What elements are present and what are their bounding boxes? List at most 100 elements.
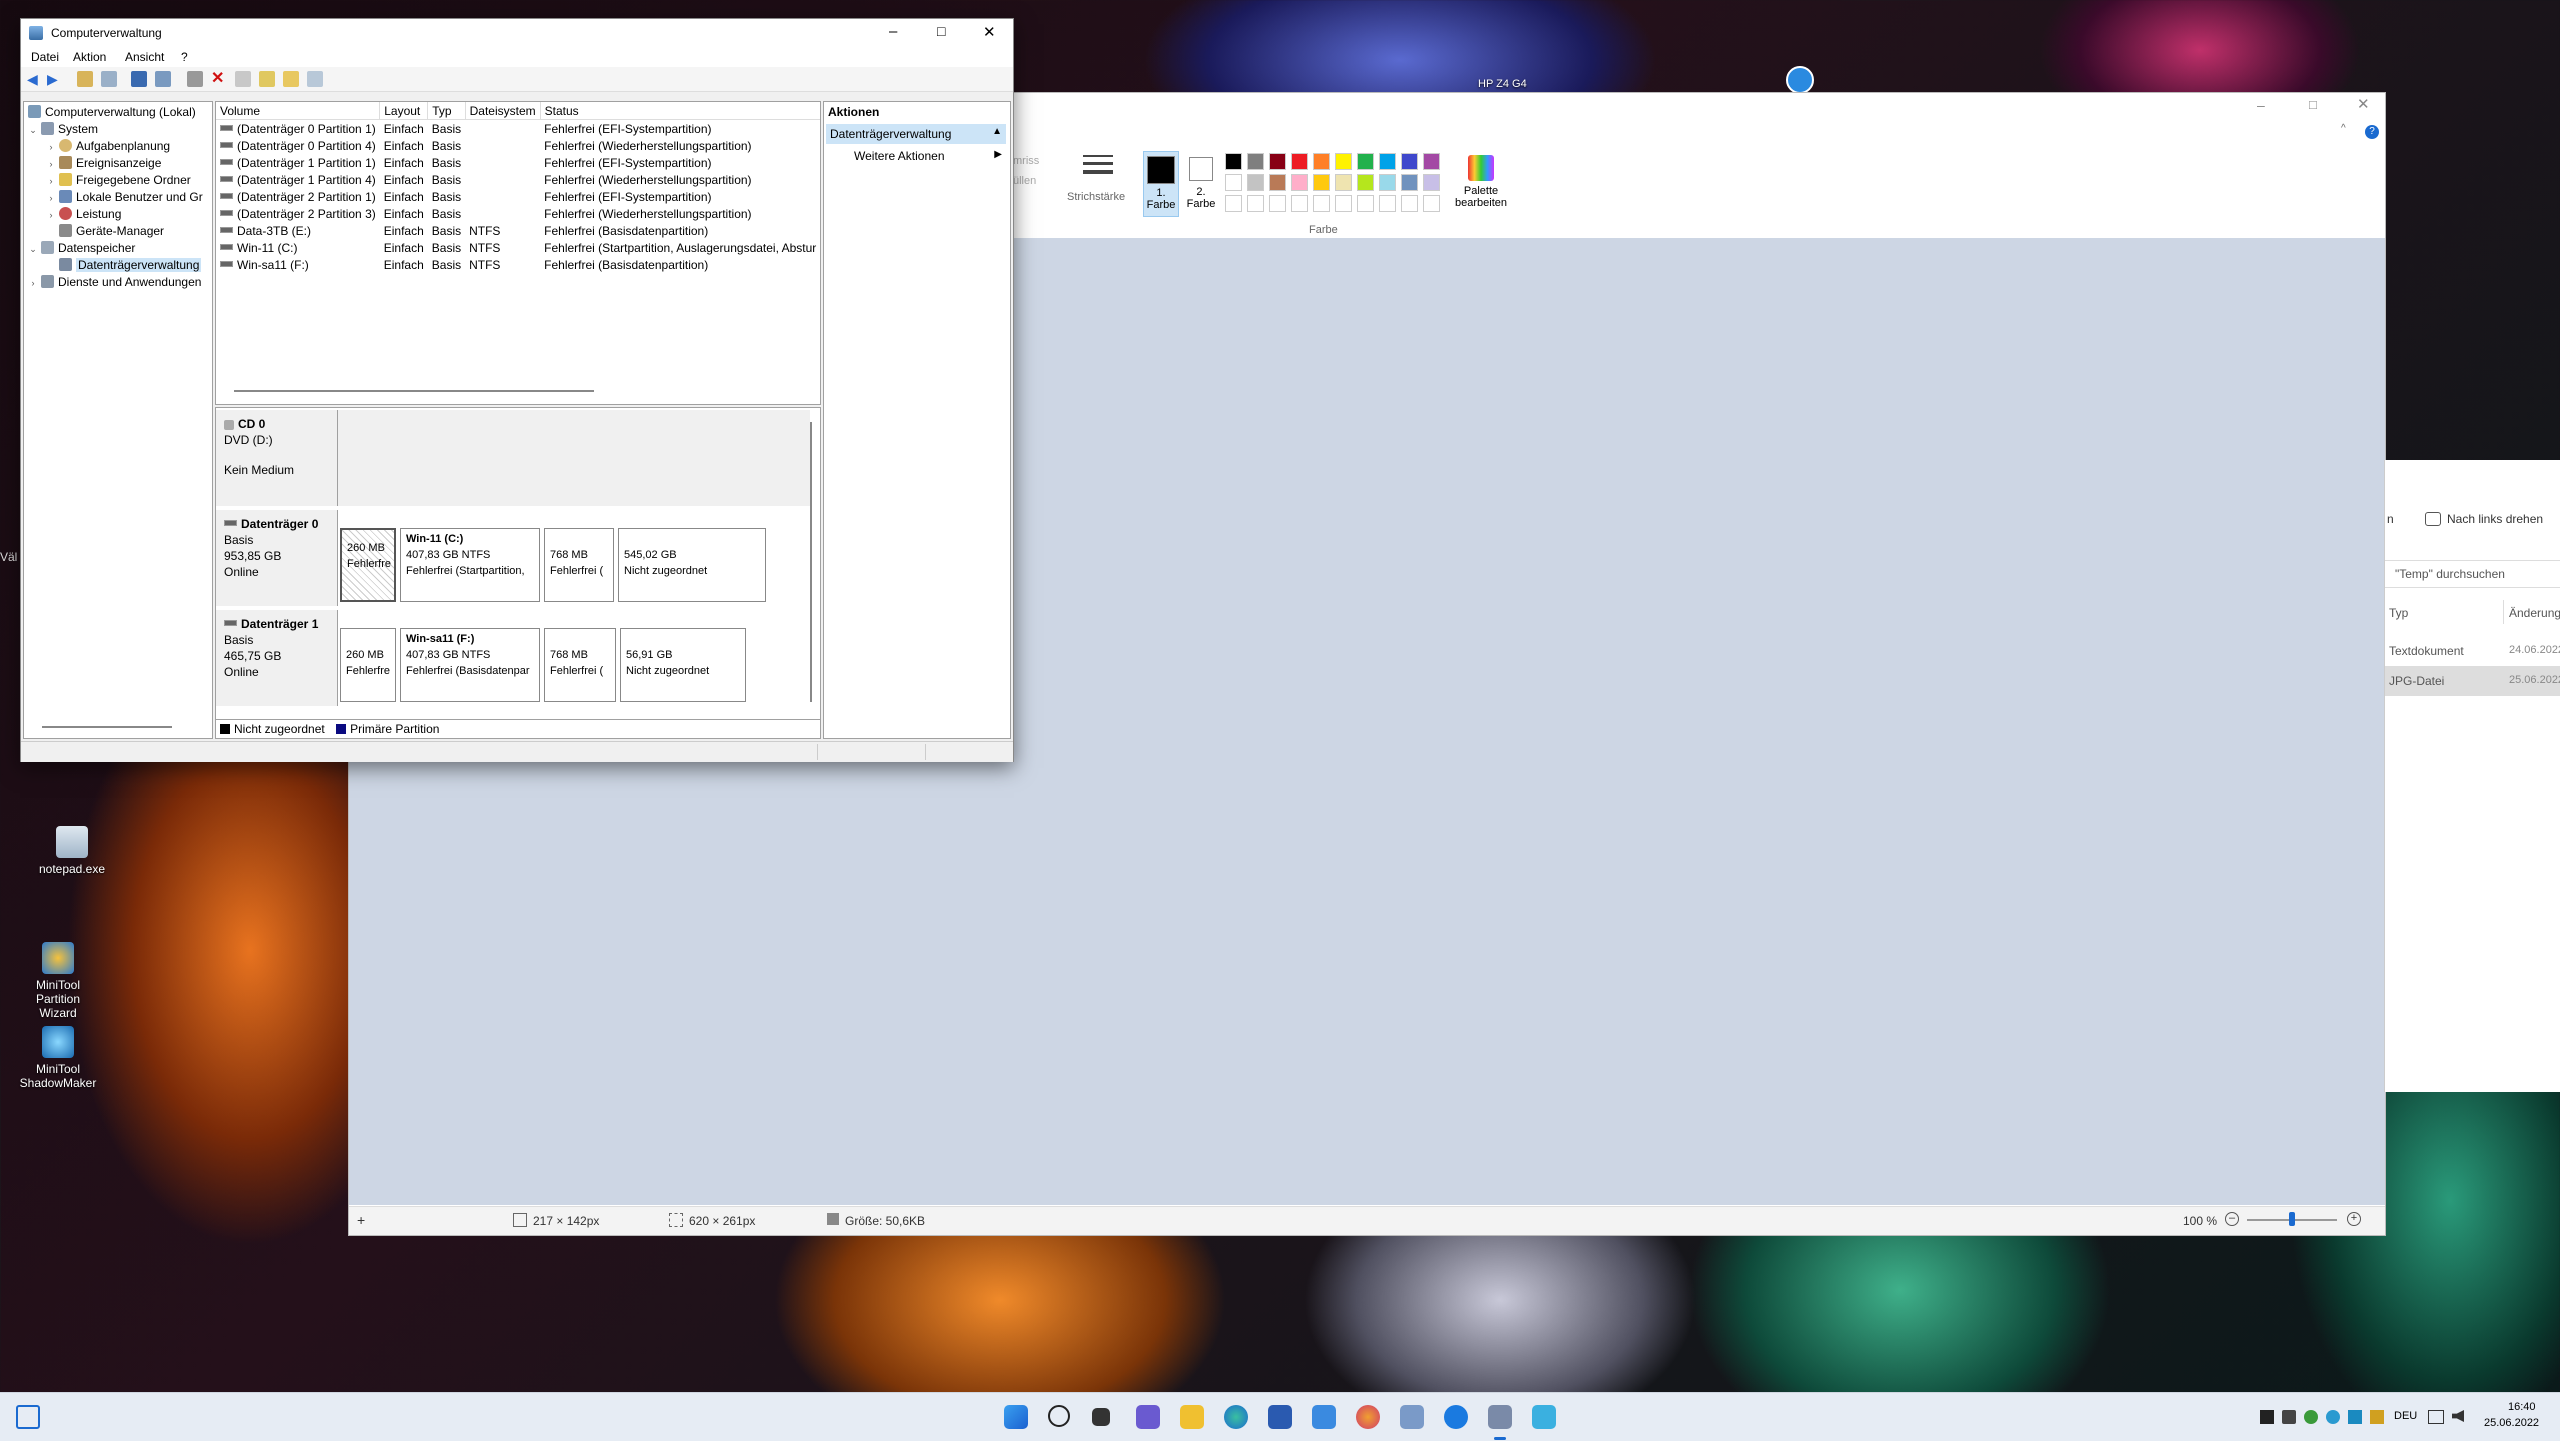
tree-leistung[interactable]: › Leistung	[46, 206, 121, 223]
disk0-label[interactable]: Datenträger 0 Basis 953,85 GB Online	[216, 510, 338, 606]
rotate-left-button[interactable]: Nach links drehen	[2447, 512, 2543, 526]
computer-management-task-icon[interactable]	[1488, 1405, 1512, 1429]
firefox-icon[interactable]	[1356, 1405, 1380, 1429]
ribbon-fuellen[interactable]: üllen	[1013, 175, 1036, 187]
export-list-icon[interactable]	[307, 71, 323, 87]
search-icon[interactable]	[259, 71, 275, 87]
back-arrow-icon[interactable]: ◀	[27, 71, 43, 87]
zoom-slider-thumb[interactable]	[2289, 1212, 2295, 1226]
rotate-left-icon[interactable]	[2425, 512, 2441, 526]
tree-datentraegerverwaltung[interactable]: Datenträgerverwaltung	[59, 257, 202, 274]
tray-security-icon[interactable]	[2370, 1410, 2384, 1424]
disk1-unallocated[interactable]: 56,91 GB Nicht zugeordnet	[620, 628, 746, 702]
disk0-partition-efi[interactable]: 260 MB Fehlerfre	[340, 528, 396, 602]
chevron-right-icon[interactable]: ›	[46, 139, 56, 156]
palette-swatch[interactable]	[1379, 174, 1396, 191]
task-view-icon[interactable]	[1092, 1408, 1110, 1426]
chat-icon[interactable]	[1136, 1405, 1160, 1429]
col-layout[interactable]: Layout	[379, 102, 429, 120]
color2-button[interactable]: 2. Farbe	[1183, 151, 1219, 217]
tray-time[interactable]: 16:40	[2508, 1401, 2536, 1413]
explorer-row-selected[interactable]: JPG-Datei 25.06.2022	[2385, 666, 2560, 696]
palette-empty-swatch[interactable]	[1357, 195, 1374, 212]
palette-swatch[interactable]	[1357, 174, 1374, 191]
volume-list-scrollbar[interactable]	[234, 390, 594, 392]
palette-swatch[interactable]	[1225, 174, 1242, 191]
minitool-task-icon[interactable]	[1532, 1405, 1556, 1429]
col-dateisystem[interactable]: Dateisystem	[465, 102, 541, 120]
tray-app-icon[interactable]	[2304, 1410, 2318, 1424]
cm-titlebar[interactable]: Computerverwaltung – □ ✕	[21, 19, 1013, 47]
palette-swatch[interactable]	[1269, 174, 1286, 191]
palette-empty-swatch[interactable]	[1291, 195, 1308, 212]
search-icon[interactable]	[1048, 1405, 1070, 1427]
desktop-view-icon[interactable]	[16, 1405, 40, 1429]
chevron-down-icon[interactable]: ⌄	[28, 241, 38, 258]
desktop-icon-notepad[interactable]: notepad.exe	[30, 826, 114, 876]
tray-volume-icon[interactable]	[2282, 1410, 2296, 1424]
chevron-right-icon[interactable]: ›	[28, 275, 38, 292]
palette-swatch[interactable]	[1423, 174, 1440, 191]
disk1-partition-efi[interactable]: 260 MB Fehlerfre	[340, 628, 396, 702]
tray-app3-icon[interactable]	[2348, 1410, 2362, 1424]
paint-minimize-button[interactable]: –	[2257, 97, 2277, 113]
tree-ereignisanzeige[interactable]: › Ereignisanzeige	[46, 155, 161, 172]
disk0-partition-recovery[interactable]: 768 MB Fehlerfrei (	[544, 528, 614, 602]
tray-date[interactable]: 25.06.2022	[2484, 1417, 2539, 1429]
tree-root[interactable]: Computerverwaltung (Lokal)	[28, 104, 196, 121]
chevron-right-icon[interactable]: ›	[46, 156, 56, 173]
tray-speaker-icon[interactable]	[2452, 1410, 2464, 1422]
store-icon[interactable]	[1268, 1405, 1292, 1429]
volume-list-pane[interactable]: Volume Layout Typ Dateisystem Status (Da…	[215, 101, 821, 405]
help-app-icon[interactable]	[1444, 1405, 1468, 1429]
volume-row[interactable]: (Datenträger 0 Partition 1) Einfach Basis F…	[216, 120, 820, 138]
volume-row[interactable]: (Datenträger 2 Partition 3) Einfach Basis F…	[216, 205, 820, 222]
color-palette[interactable]	[1225, 153, 1445, 215]
col-status[interactable]: Status	[540, 102, 820, 120]
chevron-down-icon[interactable]: ⌄	[28, 122, 38, 139]
palette-edit-button[interactable]: Palette bearbeiten	[1451, 151, 1511, 217]
volume-row[interactable]: Data-3TB (E:) Einfach Basis NTFS Fehlerfrei …	[216, 222, 820, 239]
actions-more[interactable]: Weitere Aktionen ▶	[826, 146, 1006, 166]
palette-empty-swatch[interactable]	[1423, 195, 1440, 212]
cm-minimize-button[interactable]: –	[889, 23, 897, 40]
explorer-col-type[interactable]: Typ	[2389, 606, 2408, 620]
paint-help-icon[interactable]: ?	[2365, 125, 2379, 139]
palette-empty-swatch[interactable]	[1225, 195, 1242, 212]
volume-row[interactable]: (Datenträger 2 Partition 1) Einfach Basis F…	[216, 188, 820, 205]
cm-close-button[interactable]: ✕	[983, 23, 996, 41]
computer-management-window[interactable]: Computerverwaltung – □ ✕ Datei Aktion An…	[20, 18, 1014, 762]
desktop-icon-minitool-shadowmaker[interactable]: MiniTool ShadowMaker	[16, 1026, 100, 1090]
palette-swatch[interactable]	[1247, 174, 1264, 191]
palette-swatch[interactable]	[1313, 174, 1330, 191]
tree-dienste[interactable]: › Dienste und Anwendungen	[28, 274, 201, 291]
volume-row[interactable]: (Datenträger 1 Partition 1) Einfach Basis F…	[216, 154, 820, 171]
actions-section-header[interactable]: Datenträgerverwaltung ▲	[826, 124, 1006, 144]
disk0-unallocated[interactable]: 545,02 GB Nicht zugeordnet	[618, 528, 766, 602]
palette-empty-swatch[interactable]	[1401, 195, 1418, 212]
palette-swatch[interactable]	[1401, 153, 1418, 170]
explorer-row[interactable]: Textdokument 24.06.2022	[2385, 636, 2560, 666]
up-folder-icon[interactable]	[77, 71, 93, 87]
tray-language[interactable]: DEU	[2394, 1410, 2417, 1422]
palette-swatch[interactable]	[1313, 153, 1330, 170]
palette-empty-swatch[interactable]	[1269, 195, 1286, 212]
file-explorer-icon[interactable]	[1180, 1405, 1204, 1429]
color1-button[interactable]: 1. Farbe	[1143, 151, 1179, 217]
volume-row[interactable]: Win-sa11 (F:) Einfach Basis NTFS Fehlerfrei …	[216, 256, 820, 273]
view-icon[interactable]	[155, 71, 171, 87]
palette-swatch[interactable]	[1335, 153, 1352, 170]
menu-datei[interactable]: Datei	[31, 50, 59, 64]
edge-icon[interactable]	[1224, 1405, 1248, 1429]
palette-swatch[interactable]	[1423, 153, 1440, 170]
menu-help[interactable]: ?	[181, 50, 188, 64]
disk1-partition-winsa11[interactable]: Win-sa11 (F:) 407,83 GB NTFS Fehlerfrei …	[400, 628, 540, 702]
explorer-search-box[interactable]: "Temp" durchsuchen	[2385, 560, 2560, 588]
menu-aktion[interactable]: Aktion	[73, 50, 106, 64]
palette-empty-swatch[interactable]	[1379, 195, 1396, 212]
palette-swatch[interactable]	[1225, 153, 1242, 170]
paint-maximize-button[interactable]: □	[2309, 97, 2329, 113]
forward-arrow-icon[interactable]: ▶	[47, 71, 63, 87]
volume-row[interactable]: (Datenträger 0 Partition 4) Einfach Basis F…	[216, 137, 820, 154]
cm-maximize-button[interactable]: □	[937, 23, 945, 39]
